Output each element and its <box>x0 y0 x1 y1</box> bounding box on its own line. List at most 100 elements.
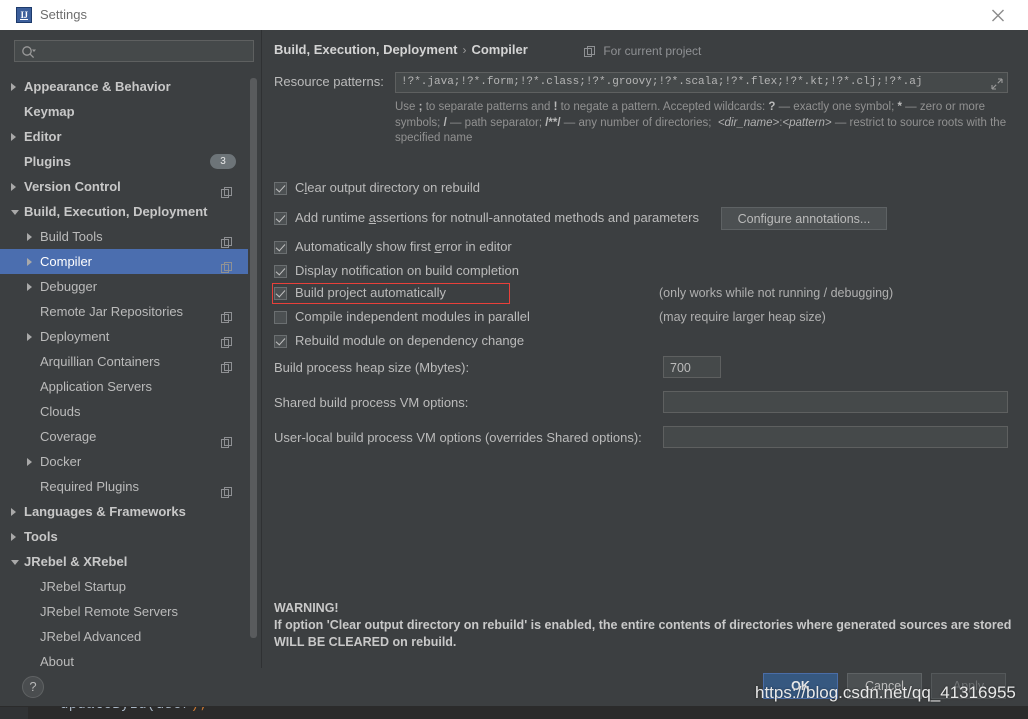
expand-icon[interactable] <box>991 77 1003 95</box>
search-box[interactable] <box>14 40 254 62</box>
sidebar-scrollbar[interactable] <box>250 74 257 668</box>
sidebar-item-appearance-behavior[interactable]: Appearance & Behavior <box>0 74 248 99</box>
chevron-right-icon[interactable] <box>11 533 16 541</box>
sidebar-item-required-plugins[interactable]: Required Plugins <box>0 474 248 499</box>
checkbox-checked-icon[interactable] <box>274 212 287 225</box>
sidebar-item-deployment[interactable]: Deployment <box>0 324 248 349</box>
sidebar-item-version-control[interactable]: Version Control <box>0 174 248 199</box>
sidebar-item-arquillian-containers[interactable]: Arquillian Containers <box>0 349 248 374</box>
chevron-right-icon[interactable] <box>11 183 16 191</box>
checkbox-label: Add runtime assertions for notnull-annot… <box>295 210 699 225</box>
checkbox-checked-icon[interactable] <box>274 335 287 348</box>
sidebar-item-build-tools[interactable]: Build Tools <box>0 224 248 249</box>
checkbox-unchecked-icon[interactable] <box>274 311 287 324</box>
chevron-down-icon[interactable] <box>11 210 19 215</box>
checkbox-label: Build project automatically <box>295 285 446 300</box>
sidebar-item-label: Languages & Frameworks <box>24 499 186 524</box>
checkbox-label: Display notification on build completion <box>295 263 519 278</box>
sidebar-item-keymap[interactable]: Keymap <box>0 99 248 124</box>
for-current-project-text: For current project <box>603 44 701 58</box>
chevron-right-icon[interactable] <box>27 458 32 466</box>
sidebar-item-jrebel-startup[interactable]: JRebel Startup <box>0 574 248 599</box>
heap-size-field[interactable] <box>663 356 721 378</box>
close-glyph <box>991 9 1005 22</box>
sidebar-item-label: JRebel Remote Servers <box>40 599 178 624</box>
sidebar-item-label: Coverage <box>40 424 96 449</box>
chevron-right-icon[interactable] <box>27 283 32 291</box>
sidebar-item-label: Deployment <box>40 324 109 349</box>
breadcrumb-separator: › <box>457 43 471 57</box>
user-local-vm-options-input[interactable] <box>668 427 1007 449</box>
sidebar-item-label: Keymap <box>24 99 75 124</box>
heap-size-label: Build process heap size (Mbytes): <box>274 360 469 375</box>
breadcrumb-parent[interactable]: Build, Execution, Deployment <box>274 42 457 57</box>
close-icon[interactable] <box>978 0 1018 30</box>
user-local-vm-options-label: User-local build process VM options (ove… <box>274 430 642 445</box>
resource-patterns-hint: Use ; to separate patterns and ! to nega… <box>395 100 1007 147</box>
sidebar-item-jrebel-xrebel[interactable]: JRebel & XRebel <box>0 549 248 574</box>
sidebar-item-compiler[interactable]: Compiler <box>0 249 248 274</box>
sidebar-item-about[interactable]: About <box>0 649 248 668</box>
shared-vm-options-field[interactable] <box>663 391 1008 413</box>
sidebar-item-plugins[interactable]: Plugins 3 <box>0 149 248 174</box>
dialog-titlebar: IJ Settings <box>0 0 1028 31</box>
resource-patterns-value: !?*.java;!?*.form;!?*.class;!?*.groovy;!… <box>401 76 976 88</box>
sidebar-item-docker[interactable]: Docker <box>0 449 248 474</box>
sidebar-item-label: Remote Jar Repositories <box>40 299 183 324</box>
sidebar-item-label: About <box>40 649 74 668</box>
checkbox-checked-icon[interactable] <box>274 241 287 254</box>
sidebar-item-debugger[interactable]: Debugger <box>0 274 248 299</box>
sidebar-item-label: Application Servers <box>40 374 152 399</box>
watermark: https://blog.csdn.net/qq_41316955 <box>755 683 1016 703</box>
chevron-right-icon[interactable] <box>27 233 32 241</box>
checkbox-label: Automatically show first error in editor <box>295 239 512 254</box>
plugins-update-badge: 3 <box>210 154 236 169</box>
shared-vm-options-input[interactable] <box>668 392 1007 414</box>
warning-message: WARNING! If option 'Clear output directo… <box>274 600 1014 651</box>
sidebar-item-label: Version Control <box>24 174 121 199</box>
chevron-right-icon[interactable] <box>11 133 16 141</box>
search-input[interactable] <box>41 41 253 63</box>
sidebar-item-editor[interactable]: Editor <box>0 124 248 149</box>
help-button[interactable]: ? <box>22 676 44 698</box>
search-icon <box>21 45 37 64</box>
for-current-project-label: For current project <box>584 44 701 58</box>
sidebar-item-application-servers[interactable]: Application Servers <box>0 374 248 399</box>
sidebar-item-tools[interactable]: Tools <box>0 524 248 549</box>
sidebar-item-jrebel-remote-servers[interactable]: JRebel Remote Servers <box>0 599 248 624</box>
settings-sidebar: Appearance & BehaviorKeymapEditorPlugins… <box>0 30 262 668</box>
checkbox-label: Rebuild module on dependency change <box>295 333 524 348</box>
sidebar-item-build-execution-deployment[interactable]: Build, Execution, Deployment <box>0 199 248 224</box>
warning-body: If option 'Clear output directory on reb… <box>274 617 1014 651</box>
sidebar-item-label: Arquillian Containers <box>40 349 160 374</box>
window-title: Settings <box>40 7 87 22</box>
user-local-vm-options-field[interactable] <box>663 426 1008 448</box>
checkbox-checked-icon[interactable] <box>274 182 287 195</box>
configure-annotations-button[interactable]: Configure annotations... <box>721 207 887 230</box>
checkbox-checked-icon[interactable] <box>274 265 287 278</box>
chevron-right-icon[interactable] <box>11 508 16 516</box>
chevron-right-icon[interactable] <box>27 258 32 266</box>
chevron-right-icon[interactable] <box>27 333 32 341</box>
sidebar-item-jrebel-advanced[interactable]: JRebel Advanced <box>0 624 248 649</box>
resource-patterns-field[interactable]: !?*.java;!?*.form;!?*.class;!?*.groovy;!… <box>395 72 1008 93</box>
checkbox-label: Compile independent modules in parallel <box>295 309 530 324</box>
chevron-down-icon[interactable] <box>11 560 19 565</box>
sidebar-item-label: Docker <box>40 449 81 474</box>
chevron-right-icon[interactable] <box>11 83 16 91</box>
sidebar-item-clouds[interactable]: Clouds <box>0 399 248 424</box>
resource-patterns-label: Resource patterns: <box>274 74 384 89</box>
checkbox-checked-icon[interactable] <box>274 287 287 300</box>
sidebar-item-coverage[interactable]: Coverage <box>0 424 248 449</box>
intellij-idea-icon: IJ <box>16 7 32 23</box>
sidebar-item-languages-frameworks[interactable]: Languages & Frameworks <box>0 499 248 524</box>
sidebar-item-label: Clouds <box>40 399 80 424</box>
checkbox-side-note: (may require larger heap size) <box>659 310 826 324</box>
sidebar-item-label: Build, Execution, Deployment <box>24 199 207 224</box>
sidebar-item-label: Plugins <box>24 149 71 174</box>
scrollbar-thumb[interactable] <box>250 78 257 638</box>
sidebar-item-label: JRebel Advanced <box>40 624 141 649</box>
heap-size-input[interactable] <box>668 357 720 379</box>
sidebar-item-label: JRebel Startup <box>40 574 126 599</box>
sidebar-item-remote-jar-repositories[interactable]: Remote Jar Repositories <box>0 299 248 324</box>
